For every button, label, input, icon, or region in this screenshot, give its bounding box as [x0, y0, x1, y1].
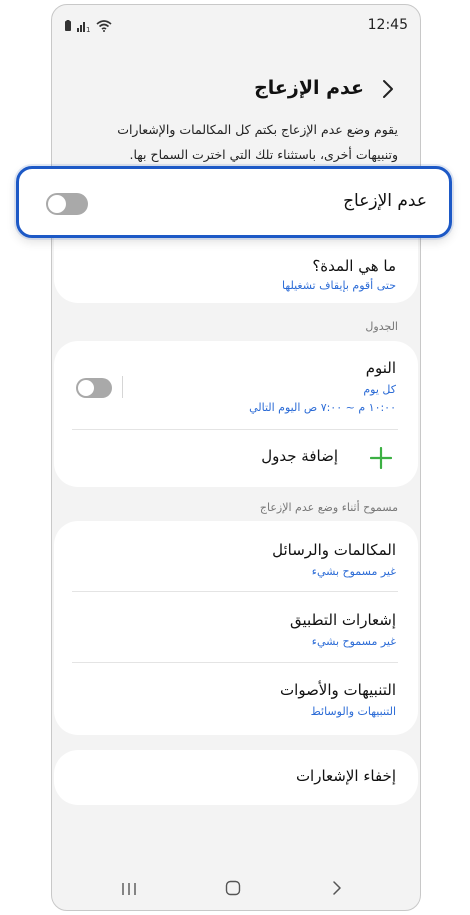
toggle-knob [78, 380, 94, 396]
app-notifications-title: إشعارات التطبيق [290, 611, 396, 629]
recents-button[interactable] [114, 878, 144, 902]
allowed-card: المكالمات والرسائل غير مسموح بشيء إشعارا… [54, 521, 418, 735]
calls-messages-value: غير مسموح بشيء [311, 565, 396, 578]
plus-icon [369, 446, 393, 473]
sleep-title: النوم [365, 359, 396, 377]
allowed-section-label: مسموح أثناء وضع عدم الإزعاج [259, 501, 398, 514]
alarms-sounds-title: التنبيهات والأصوات [280, 681, 396, 699]
wifi-icon [96, 17, 112, 36]
nav-back-button[interactable] [322, 878, 352, 902]
toggle-knob [48, 195, 66, 213]
toggle-separator [122, 376, 123, 398]
recents-icon [121, 881, 137, 900]
duration-value: حتى أقوم بإيقاف تشغيلها [282, 279, 396, 292]
alarms-sounds-value: التنبيهات والوسائط [310, 705, 396, 718]
sleep-toggle[interactable] [76, 378, 112, 398]
app-notifications-row[interactable]: إشعارات التطبيق غير مسموح بشيء [54, 592, 418, 662]
chevron-back-icon [382, 79, 394, 103]
home-button[interactable] [218, 878, 248, 902]
sleep-time: ١٠:٠٠ م ~ ٧:٠٠ ص اليوم التالي [249, 401, 396, 414]
battery-icon [64, 17, 72, 36]
main-dnd-toggle[interactable] [46, 193, 88, 215]
status-time: 12:45 [367, 17, 408, 33]
navigation-bar [52, 870, 420, 910]
sleep-days: كل يوم [363, 383, 396, 396]
schedule-card: النوم كل يوم ١٠:٠٠ م ~ ٧:٠٠ ص اليوم التا… [54, 341, 418, 487]
alarms-sounds-row[interactable]: التنبيهات والأصوات التنبيهات والوسائط [54, 663, 418, 735]
page-description: يقوم وضع عدم الإزعاج بكتم كل المكالمات و… [117, 122, 398, 162]
calls-messages-row[interactable]: المكالمات والرسائل غير مسموح بشيء [54, 521, 418, 591]
page-title: عدم الإزعاج [254, 77, 364, 99]
back-icon [332, 880, 342, 900]
main-dnd-toggle-label: عدم الإزعاج [343, 191, 427, 211]
home-icon [225, 880, 241, 900]
add-schedule-button[interactable]: إضافة جدول [54, 430, 418, 487]
hide-notifications-row[interactable]: إخفاء الإشعارات [54, 750, 418, 805]
add-schedule-label: إضافة جدول [261, 447, 338, 465]
page-header: عدم الإزعاج [52, 73, 420, 109]
main-dnd-toggle-row[interactable]: عدم الإزعاج [16, 166, 452, 238]
phone-frame: 1 12:45 عدم الإزعاج يقوم وضع عدم الإزعاج… [51, 4, 421, 911]
duration-title: ما هي المدة؟ [312, 257, 396, 275]
schedule-section-label: الجدول [365, 320, 398, 333]
svg-text:1: 1 [86, 26, 90, 32]
hide-notifications-title: إخفاء الإشعارات [295, 767, 396, 785]
signal-icon: 1 [77, 17, 91, 36]
calls-messages-title: المكالمات والرسائل [272, 541, 396, 559]
app-notifications-value: غير مسموح بشيء [311, 635, 396, 648]
status-bar: 1 12:45 [52, 5, 420, 41]
sleep-schedule-row[interactable]: النوم كل يوم ١٠:٠٠ م ~ ٧:٠٠ ص اليوم التا… [54, 341, 418, 429]
back-button[interactable] [378, 79, 398, 103]
